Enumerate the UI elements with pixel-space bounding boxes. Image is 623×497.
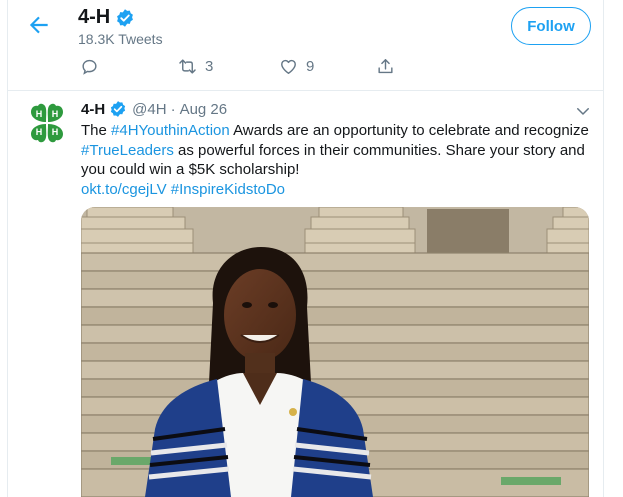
- like-icon: [281, 59, 296, 74]
- tweet-header: 4-H @4H · Aug 26: [81, 100, 227, 118]
- tweet-text-part: Awards are an opportunity to celebrate a…: [229, 122, 589, 139]
- like-count: 9: [306, 58, 315, 75]
- reply-icon: [82, 59, 97, 75]
- tweet-text-part: The: [81, 122, 112, 139]
- retweet-icon: [179, 59, 196, 74]
- share-icon: [378, 59, 393, 74]
- profile-header: 4-H 18.3K Tweets Follow: [8, 0, 603, 53]
- reply-button[interactable]: [80, 57, 99, 76]
- url-link[interactable]: okt.to/cgejLV: [81, 181, 167, 198]
- account-name: 4-H: [78, 6, 111, 28]
- svg-text:H: H: [36, 109, 43, 119]
- follow-button[interactable]: Follow: [511, 7, 591, 45]
- tweet-date[interactable]: Aug 26: [180, 101, 228, 118]
- like-button[interactable]: 9: [279, 57, 314, 76]
- retweet-count: 3: [205, 58, 214, 75]
- 4h-clover-logo[interactable]: HH HH: [24, 100, 70, 146]
- tweet-count: 18.3K Tweets: [78, 31, 163, 47]
- tweet-author-handle[interactable]: @4H: [132, 101, 166, 118]
- hashtag-link[interactable]: #TrueLeaders: [81, 142, 174, 159]
- hashtag-link[interactable]: #InspireKidstoDo: [171, 181, 285, 198]
- svg-text:H: H: [52, 109, 59, 119]
- share-button[interactable]: [376, 57, 395, 76]
- back-arrow-icon[interactable]: [26, 12, 52, 38]
- photo-illustration: [81, 207, 589, 497]
- svg-text:H: H: [52, 127, 59, 137]
- verified-badge-icon: [109, 100, 127, 118]
- verified-badge-icon: [115, 8, 135, 28]
- meta-separator: ·: [170, 100, 176, 118]
- chevron-down-icon[interactable]: [574, 102, 592, 120]
- tweet-media-photo[interactable]: [81, 207, 589, 497]
- profile-title: 4-H: [78, 6, 135, 29]
- tweet-text: The #4HYouthinAction Awards are an oppor…: [81, 121, 591, 199]
- tweet-divider: [8, 90, 603, 91]
- svg-text:H: H: [36, 127, 43, 137]
- hashtag-link[interactable]: #4HYouthinAction: [111, 122, 230, 139]
- retweet-button[interactable]: 3: [178, 57, 213, 76]
- tweet-author-name[interactable]: 4-H: [81, 101, 105, 118]
- column-border-right: [603, 0, 604, 497]
- tweet-actions-bar: 3 9: [8, 57, 603, 83]
